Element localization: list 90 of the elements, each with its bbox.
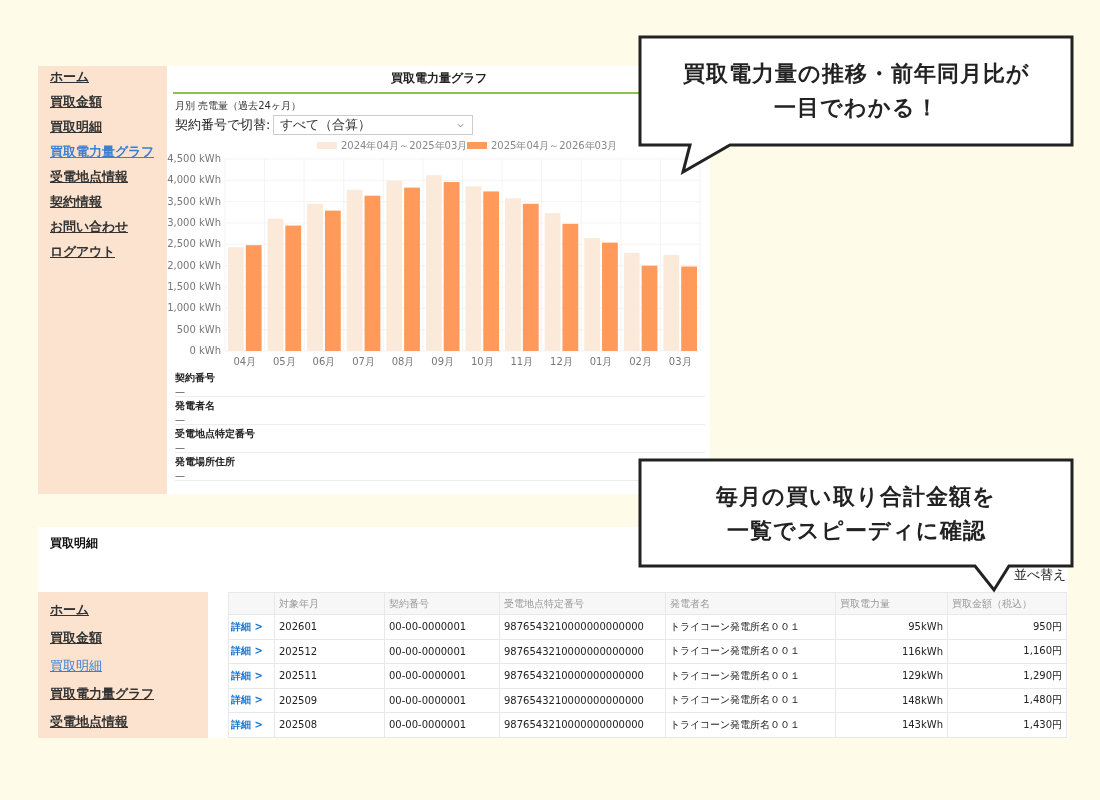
axis-label: 08月	[391, 356, 415, 367]
table-cell: 00-00-0000001	[384, 614, 500, 639]
column-header: 契約番号	[384, 592, 500, 615]
callout-text: 一覧でスピーディに確認	[726, 517, 986, 545]
axis-label: 1,000 kWh	[167, 302, 221, 314]
legend-label: 2025年04月～2026年03月	[491, 140, 618, 151]
field-value: —	[175, 470, 185, 481]
sidebar-item[interactable]: ログアウト	[50, 243, 115, 261]
sidebar-item[interactable]: ホーム	[50, 601, 89, 619]
table-cell: 00-00-0000001	[384, 712, 500, 737]
table-cell: トライコーン発電所名００１	[665, 663, 836, 688]
axis-label: 02月	[629, 356, 652, 367]
sidebar-item[interactable]: 買取金額	[50, 629, 102, 647]
table-cell: トライコーン発電所名００１	[665, 639, 836, 664]
table-cell: 202508	[274, 712, 385, 737]
period-label: 月別 売電量（過去24ヶ月）	[175, 99, 301, 113]
callout-text: 買取電力量の推移・前年同月比が	[682, 60, 1030, 88]
table-cell: 202511	[274, 663, 385, 688]
axis-label: 3,500 kWh	[167, 195, 221, 207]
sidebar-item[interactable]: 受電地点情報	[50, 168, 128, 186]
axis-label: 0 kWh	[189, 345, 221, 356]
axis-label: 10月	[470, 356, 494, 367]
column-header: 発電者名	[665, 592, 836, 615]
field-value: —	[175, 414, 185, 425]
axis-label: 4,000 kWh	[167, 174, 221, 186]
axis-label: 05月	[273, 356, 296, 367]
column-header: 対象年月	[274, 592, 385, 615]
field-label: 受電地点特定番号	[175, 427, 255, 441]
table-cell: 9876543210000000000000	[499, 712, 666, 737]
sidebar-item[interactable]: 受電地点情報	[50, 713, 128, 731]
axis-label: 2,500 kWh	[167, 238, 221, 250]
sidebar-item[interactable]: ホーム	[50, 68, 89, 86]
column-header: 買取電力量	[835, 592, 948, 615]
axis-label: 12月	[550, 356, 573, 367]
table-cell: 00-00-0000001	[384, 688, 500, 713]
column-header: 買取金額（税込）	[947, 592, 1067, 615]
axis-label: 07月	[352, 356, 375, 367]
contract-select[interactable]: すべて（合算）	[273, 115, 474, 135]
table-cell: 95kWh	[835, 614, 948, 639]
field-label: 発電者名	[175, 399, 215, 413]
axis-label: 03月	[668, 356, 692, 367]
table-cell: 00-00-0000001	[384, 663, 500, 688]
sidebar-item[interactable]: 買取明細	[50, 657, 102, 675]
axis-label: 01月	[589, 356, 613, 367]
callout-text: 一目でわかる！	[773, 94, 939, 122]
table-cell: 9876543210000000000000	[499, 663, 666, 688]
axis-label: 09月	[431, 356, 455, 367]
table-cell: 129kWh	[835, 663, 948, 688]
table-cell: トライコーン発電所名００１	[665, 688, 836, 713]
field-label: 契約番号	[175, 371, 215, 385]
switch-label: 契約番号で切替:	[175, 116, 271, 134]
axis-label: 11月	[510, 356, 534, 367]
table-cell: トライコーン発電所名００１	[665, 614, 836, 639]
page-title: 買取明細	[50, 535, 98, 552]
sidebar-item[interactable]: 買取金額	[50, 93, 102, 111]
legend-label: 2024年04月～2025年03月	[341, 140, 468, 151]
table-cell: 143kWh	[835, 712, 948, 737]
axis-label: 1,500 kWh	[167, 281, 221, 292]
table-cell: 1,160円	[947, 639, 1067, 664]
table-cell: 1,480円	[947, 688, 1067, 713]
table-cell: 950円	[947, 614, 1067, 639]
table-cell: 9876543210000000000000	[499, 614, 666, 639]
axis-label: 3,000 kWh	[167, 217, 221, 228]
table-cell: 1,290円	[947, 663, 1067, 688]
axis-label: 06月	[312, 356, 336, 367]
table-cell: 9876543210000000000000	[499, 639, 666, 664]
axis-label: 04月	[233, 356, 257, 367]
axis-label: 2,000 kWh	[167, 259, 221, 271]
table-cell: トライコーン発電所名００１	[665, 712, 836, 737]
column-header: 受電地点特定番号	[499, 592, 666, 615]
field-label: 発電場所住所	[175, 455, 235, 469]
table-cell: 9876543210000000000000	[499, 688, 666, 713]
sidebar-item[interactable]: 買取電力量グラフ	[50, 685, 154, 703]
table-cell: 202601	[274, 614, 385, 639]
sidebar-item[interactable]: 買取明細	[50, 118, 102, 136]
axis-label: 500 kWh	[176, 323, 221, 335]
callout-text: 毎月の買い取り合計金額を	[716, 483, 996, 511]
table-cell: 00-00-0000001	[384, 639, 500, 664]
sidebar-item[interactable]: 契約情報	[50, 193, 102, 211]
table-cell: 202509	[274, 688, 385, 713]
axis-label: 4,500 kWh	[167, 153, 221, 164]
table-cell: 202512	[274, 639, 385, 664]
table-cell: 148kWh	[835, 688, 948, 713]
table-cell: 116kWh	[835, 639, 948, 664]
sort-link[interactable]: 並べ替え	[1014, 566, 1066, 584]
field-value: —	[175, 442, 185, 453]
field-value: —	[175, 386, 185, 397]
sidebar-item[interactable]: お問い合わせ	[50, 218, 128, 236]
table-cell: 1,430円	[947, 712, 1067, 737]
chevron-icon	[457, 122, 465, 128]
